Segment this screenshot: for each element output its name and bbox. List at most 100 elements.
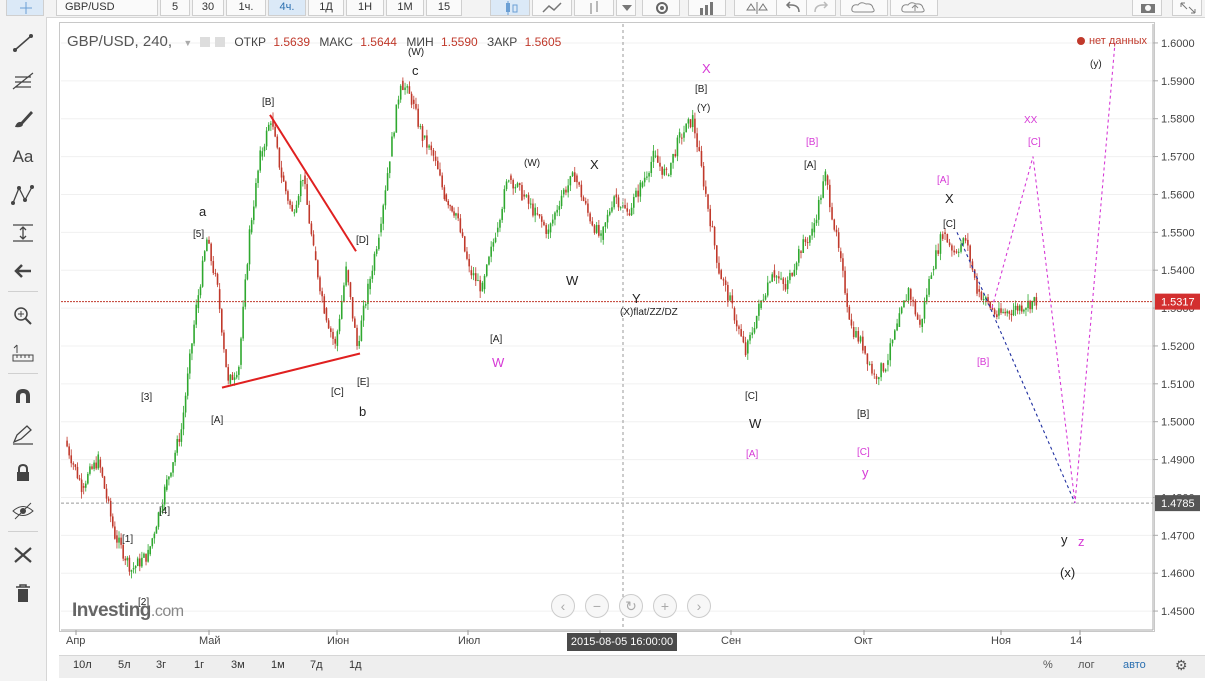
y-tick-label: 1.4600 <box>1161 568 1195 580</box>
candle-body <box>432 150 435 156</box>
candle-body <box>809 235 811 243</box>
candle-body <box>89 466 91 474</box>
range-1m[interactable]: 1м <box>271 659 285 671</box>
candle-body <box>729 295 731 301</box>
percent-scale-toggle[interactable]: % <box>1043 659 1053 671</box>
candle-body <box>842 258 844 271</box>
range-10y[interactable]: 10л <box>73 659 92 671</box>
candle-body <box>527 195 530 204</box>
candle-body <box>735 320 738 327</box>
candle-body <box>451 206 453 212</box>
y-tick-label: 1.6000 <box>1161 38 1195 50</box>
y-tick-label: 1.5600 <box>1161 189 1195 201</box>
candle-body <box>793 269 796 276</box>
candle-body <box>582 197 585 201</box>
scale-settings-gear-icon[interactable]: ⚙ <box>1175 657 1188 674</box>
candle-body <box>951 245 953 251</box>
candle-body <box>681 137 683 139</box>
y-tick-label: 1.4700 <box>1161 530 1195 542</box>
candle-body <box>459 218 462 233</box>
auto-scale-toggle[interactable]: авто <box>1123 659 1146 671</box>
x-tick-label: Июл <box>458 635 480 647</box>
wave-label: [4] <box>159 506 170 517</box>
projection-navy <box>956 232 1076 504</box>
candle-body <box>367 283 369 305</box>
candle-body <box>265 130 268 147</box>
candle-body <box>216 273 219 285</box>
wave-label: W <box>492 355 505 370</box>
candle-body <box>95 462 97 469</box>
candle-body <box>964 238 967 241</box>
candle-body <box>116 535 118 543</box>
wave-label: z <box>1078 534 1085 549</box>
status-dot-icon <box>1076 37 1085 45</box>
candle-body <box>474 273 477 282</box>
candle-body <box>909 289 912 300</box>
low-value: 1.5590 <box>440 35 478 49</box>
candle-body <box>773 270 776 278</box>
candle-body <box>980 291 983 300</box>
candle-body <box>600 233 602 236</box>
candle-body <box>724 280 727 286</box>
candle-body <box>960 244 962 252</box>
candle-body <box>421 126 424 141</box>
candle-body <box>78 478 81 480</box>
candle-body <box>126 557 129 561</box>
candle-body <box>864 345 866 354</box>
range-1y[interactable]: 1г <box>194 659 204 671</box>
legend-settings-icon[interactable] <box>199 37 210 47</box>
candle-body <box>749 334 751 341</box>
bottom-range-bar: 10л 5л 3г 1г 3м 1м 7д 1д % лог авто ⚙ <box>59 655 1205 678</box>
close-label: ЗАКР <box>487 35 518 49</box>
zoom-out-icon[interactable]: − <box>585 594 609 618</box>
candle-body <box>136 558 139 567</box>
candle-body <box>896 323 898 331</box>
candle-body <box>844 270 846 294</box>
candle-body <box>72 463 75 465</box>
candle-body <box>201 260 204 287</box>
range-5y[interactable]: 5л <box>118 659 131 671</box>
candle-body <box>696 133 698 148</box>
scroll-left-icon[interactable]: ‹ <box>551 594 575 618</box>
range-3y[interactable]: 3г <box>156 659 166 671</box>
candle-body <box>921 318 924 327</box>
legend-close-icon[interactable] <box>215 37 225 47</box>
range-7d[interactable]: 7д <box>310 659 323 671</box>
candle-body <box>589 213 591 222</box>
candle-body <box>900 307 903 314</box>
candle-body <box>615 194 618 198</box>
candle-body <box>955 251 958 253</box>
candle-body <box>587 203 589 213</box>
app-window: GBP/USD 5 30 1ч. 4ч. 1Д 1Н 1М 15 Aa 1.60… <box>0 0 1205 681</box>
candle-body <box>358 340 361 346</box>
candle-body <box>180 429 183 442</box>
candle-body <box>501 208 503 220</box>
wave-label: [A] <box>746 449 758 460</box>
candle-body <box>551 219 554 224</box>
candle-body <box>287 191 289 201</box>
log-scale-toggle[interactable]: лог <box>1078 659 1095 671</box>
candle-body <box>248 229 251 265</box>
range-1d[interactable]: 1д <box>349 659 362 671</box>
candle-body <box>176 439 179 453</box>
price-chart[interactable]: 1.6000 1.5900 1.5800 1.5700 1.5600 1.5500 1.54… <box>0 0 1205 681</box>
candle-body <box>547 229 550 234</box>
candle-body <box>967 239 969 246</box>
candle-body <box>700 150 703 166</box>
legend-dropdown-icon[interactable]: ▼ <box>183 38 192 48</box>
zoom-in-small-icon[interactable]: + <box>653 594 677 618</box>
candle-body <box>295 204 298 213</box>
reset-icon[interactable]: ↻ <box>619 594 643 618</box>
wave-label: [B] <box>695 84 707 95</box>
candle-body <box>543 221 545 226</box>
candle-body <box>257 170 259 184</box>
scroll-right-icon[interactable]: › <box>687 594 711 618</box>
candle-body <box>948 242 951 246</box>
candle-body <box>189 353 191 374</box>
candle-body <box>1004 311 1006 314</box>
candle-body <box>957 251 960 253</box>
chart-nav-buttons: ‹ − ↻ + › <box>549 591 716 621</box>
candle-body <box>545 225 547 234</box>
range-3m[interactable]: 3м <box>231 659 245 671</box>
candle-body <box>755 315 758 329</box>
